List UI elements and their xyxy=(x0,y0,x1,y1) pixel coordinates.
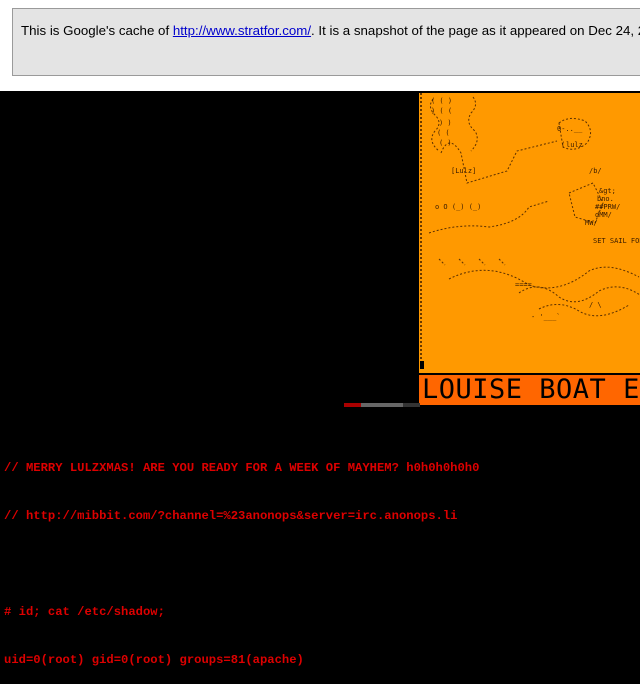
svg-text:(: ( xyxy=(561,141,565,149)
sail-text: SET SAIL FOR xyxy=(593,237,640,245)
cache-header: This is Google's cache of http://www.str… xyxy=(0,0,640,91)
svg-text:) ): ) ) xyxy=(439,119,452,127)
svg-text:====: ==== xyxy=(515,281,532,289)
svg-text:( ( ): ( ( ) xyxy=(431,97,452,105)
terminal-line: // http://mibbit.com/?channel=%23anonops… xyxy=(4,509,458,523)
svg-text:/ \: / \ xyxy=(589,301,602,309)
svg-text:0-..__: 0-..__ xyxy=(557,125,583,133)
lulz-figure-label: lulz xyxy=(566,141,583,149)
defacement-terminal: // MERRY LULZXMAS! ARE YOU READY FOR A W… xyxy=(4,428,636,684)
svg-text:o O (_) (_): o O (_) (_) xyxy=(435,203,481,211)
svg-text:MW/: MW/ xyxy=(585,219,598,227)
ascii-art-drawing: ( ( ) ) ( ( ) ) ( ( ( ) [Lulz] o O (_) (… xyxy=(428,96,640,321)
svg-text:) ( (: ) ( ( xyxy=(431,107,452,115)
svg-text:dMM/: dMM/ xyxy=(595,211,612,219)
terminal-line: uid=0(root) gid=0(root) groups=81(apache… xyxy=(4,653,304,667)
banner-text: LOUISE BOAT EN xyxy=(422,374,640,405)
cache-notice-suffix: . It is a snapshot of the page as it app… xyxy=(311,23,640,38)
terminal-cursor xyxy=(420,361,424,369)
cached-url-link[interactable]: http://www.stratfor.com/ xyxy=(173,23,311,38)
cache-notice-prefix: This is Google's cache of xyxy=(21,23,173,38)
cache-notice-text: This is Google's cache of http://www.str… xyxy=(21,23,640,38)
svg-text:##PRW/: ##PRW/ xyxy=(595,203,620,211)
ascii-art-panel: ( ( ) ) ( ( ) ) ( ( ( ) [Lulz] o O (_) (… xyxy=(419,93,640,373)
svg-text:/b/: /b/ xyxy=(589,167,602,175)
lulz-box-label: [Lulz] xyxy=(451,167,476,175)
svg-text:- '___`: - '___` xyxy=(531,313,561,321)
svg-text:( (: ( ( xyxy=(437,129,450,137)
terminal-line: // MERRY LULZXMAS! ARE YOU READY FOR A W… xyxy=(4,461,480,475)
loading-bar xyxy=(344,403,420,407)
svg-text:( ): ( ) xyxy=(439,139,452,147)
svg-text:&gt;: &gt; xyxy=(599,187,616,195)
cache-notice-box: This is Google's cache of http://www.str… xyxy=(12,8,640,76)
svg-text:bno.: bno. xyxy=(597,195,614,203)
boat-banner: LOUISE BOAT EN xyxy=(419,373,640,405)
terminal-line: # id; cat /etc/shadow; xyxy=(4,605,165,619)
